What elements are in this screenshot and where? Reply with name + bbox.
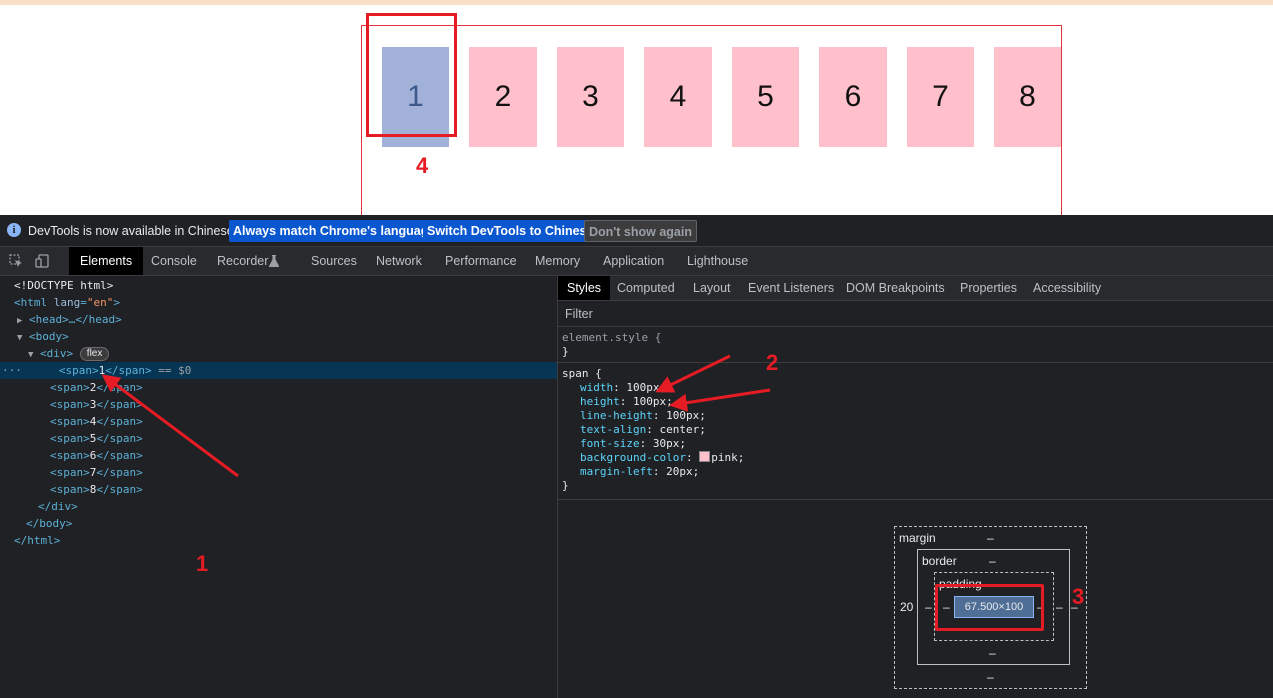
flex-item-2[interactable]: 2 — [469, 47, 537, 147]
margin-bottom-value[interactable]: – — [987, 670, 994, 684]
tab-performance[interactable]: Performance — [445, 247, 517, 275]
tree-node-div-close[interactable]: </div> — [0, 498, 595, 515]
tab-accessibility[interactable]: Accessibility — [1033, 276, 1101, 300]
box-model-diagram: margin – 20 – – border – – – – padding –… — [558, 500, 1273, 698]
tree-node-span[interactable]: <span>5</span> — [0, 430, 607, 447]
prop-width[interactable]: width: 100px; — [580, 381, 666, 395]
tree-node-span[interactable]: <span>6</span> — [0, 447, 607, 464]
annotation-number-4: 4 — [416, 153, 429, 178]
annotation-box-3 — [935, 584, 1044, 631]
tree-node-span[interactable]: <span>2</span> — [0, 379, 607, 396]
color-swatch[interactable] — [699, 451, 711, 462]
styles-pane: Styles Computed Layout Event Listeners D… — [558, 276, 1273, 698]
tab-event-listeners[interactable]: Event Listeners — [748, 276, 834, 300]
tab-dom-breakpoints[interactable]: DOM Breakpoints — [846, 276, 945, 300]
flex-item-5[interactable]: 5 — [732, 47, 799, 147]
filter-placeholder: Filter — [565, 307, 593, 321]
prop-line-height[interactable]: line-height: 100px; — [580, 409, 706, 423]
tab-styles[interactable]: Styles — [558, 276, 611, 300]
tree-node-html-close[interactable]: </html> — [0, 532, 571, 549]
experiment-flask-icon — [269, 255, 279, 267]
element-style-close: } — [562, 345, 569, 358]
border-bottom-value[interactable]: – — [989, 646, 996, 660]
inspect-element-icon[interactable] — [9, 254, 23, 268]
margin-left-value[interactable]: 20 — [900, 600, 913, 614]
device-toolbar-icon[interactable] — [35, 254, 49, 268]
tab-network[interactable]: Network — [376, 247, 422, 275]
flex-item-3[interactable]: 3 — [557, 47, 624, 147]
border-label: border — [922, 554, 957, 568]
annotation-number-2: 2 — [766, 350, 779, 375]
tree-node-span[interactable]: <span>7</span> — [0, 464, 607, 481]
tab-sources[interactable]: Sources — [311, 247, 357, 275]
more-options-icon[interactable]: ··· — [0, 364, 22, 377]
border-top-value[interactable]: – — [989, 554, 996, 568]
collapse-triangle-icon[interactable]: ▼ — [28, 350, 33, 360]
span-rule-close: } — [562, 479, 569, 492]
tree-node-body[interactable]: ▼ <body> — [0, 328, 574, 345]
border-left-value[interactable]: – — [925, 600, 932, 614]
always-match-language-button[interactable]: Always match Chrome's language — [229, 220, 440, 242]
flex-item-8[interactable]: 8 — [994, 47, 1061, 147]
tree-node-span[interactable]: <span>4</span> — [0, 413, 607, 430]
switch-to-chinese-button[interactable]: Switch DevTools to Chinese — [423, 220, 598, 242]
infobar-message: DevTools is now available in Chinese! — [28, 224, 238, 238]
tree-node-span-selected[interactable]: ··· <span>1</span> == $0 — [0, 362, 557, 379]
language-infobar: i DevTools is now available in Chinese! … — [0, 215, 1273, 247]
devtools-main-tabbar: Elements Console Recorder Sources Networ… — [0, 247, 1273, 276]
tab-recorder[interactable]: Recorder — [217, 247, 268, 275]
flex-item-4[interactable]: 4 — [644, 47, 712, 147]
prop-height[interactable]: height: 100px; — [580, 395, 673, 409]
tree-node-span[interactable]: <span>3</span> — [0, 396, 607, 413]
annotation-number-1: 1 — [196, 551, 209, 576]
collapse-triangle-icon[interactable]: ▼ — [17, 333, 22, 343]
prop-font-size[interactable]: font-size: 30px; — [580, 437, 686, 451]
annotation-box-4 — [366, 13, 457, 137]
tree-node-html[interactable]: <html lang="en"> — [0, 294, 571, 311]
span-rule-selector[interactable]: span { — [562, 367, 602, 381]
tab-console[interactable]: Console — [151, 247, 197, 275]
tree-node-span[interactable]: <span>8</span> — [0, 481, 607, 498]
tree-node-body-close[interactable]: </body> — [0, 515, 583, 532]
tab-lighthouse[interactable]: Lighthouse — [687, 247, 748, 275]
rule-separator — [558, 362, 1273, 363]
tab-elements[interactable]: Elements — [69, 247, 144, 275]
border-right-value[interactable]: – — [1056, 600, 1063, 614]
devtools-panel: i DevTools is now available in Chinese! … — [0, 215, 1273, 698]
flex-container: 1 2 3 4 5 6 7 8 — [361, 25, 1062, 215]
flex-item-6[interactable]: 6 — [819, 47, 887, 147]
annotation-number-3: 3 — [1072, 584, 1085, 609]
prop-text-align[interactable]: text-align: center; — [580, 423, 706, 437]
tab-properties[interactable]: Properties — [960, 276, 1017, 300]
tab-memory[interactable]: Memory — [535, 247, 580, 275]
prop-background-color[interactable]: background-color: pink; — [580, 451, 744, 465]
tab-computed[interactable]: Computed — [617, 276, 675, 300]
sidebar-tabbar: Styles Computed Layout Event Listeners D… — [558, 276, 1273, 301]
elements-tree: <!DOCTYPE html> <html lang="en"> ▶ <head… — [0, 276, 557, 698]
tree-node-head[interactable]: ▶ <head>…</head> — [0, 311, 574, 328]
flex-badge[interactable]: flex — [79, 347, 110, 361]
tab-layout[interactable]: Layout — [693, 276, 731, 300]
dont-show-again-button[interactable]: Don't show again — [584, 220, 697, 242]
info-icon: i — [7, 223, 21, 237]
tree-node-div[interactable]: ▼ <div> flex — [0, 345, 585, 362]
tab-application[interactable]: Application — [603, 247, 664, 275]
styles-filter-input[interactable]: Filter — [558, 301, 1273, 327]
prop-margin-left[interactable]: margin-left: 20px; — [580, 465, 699, 479]
margin-top-value[interactable]: – — [987, 531, 994, 545]
expand-triangle-icon[interactable]: ▶ — [17, 316, 22, 326]
element-style-selector[interactable]: element.style { — [562, 331, 661, 345]
margin-label: margin — [899, 531, 936, 545]
page-viewport: 1 2 3 4 5 6 7 8 4 — [0, 5, 1273, 215]
flex-item-7[interactable]: 7 — [907, 47, 974, 147]
tree-node-doctype[interactable]: <!DOCTYPE html> — [0, 277, 571, 294]
